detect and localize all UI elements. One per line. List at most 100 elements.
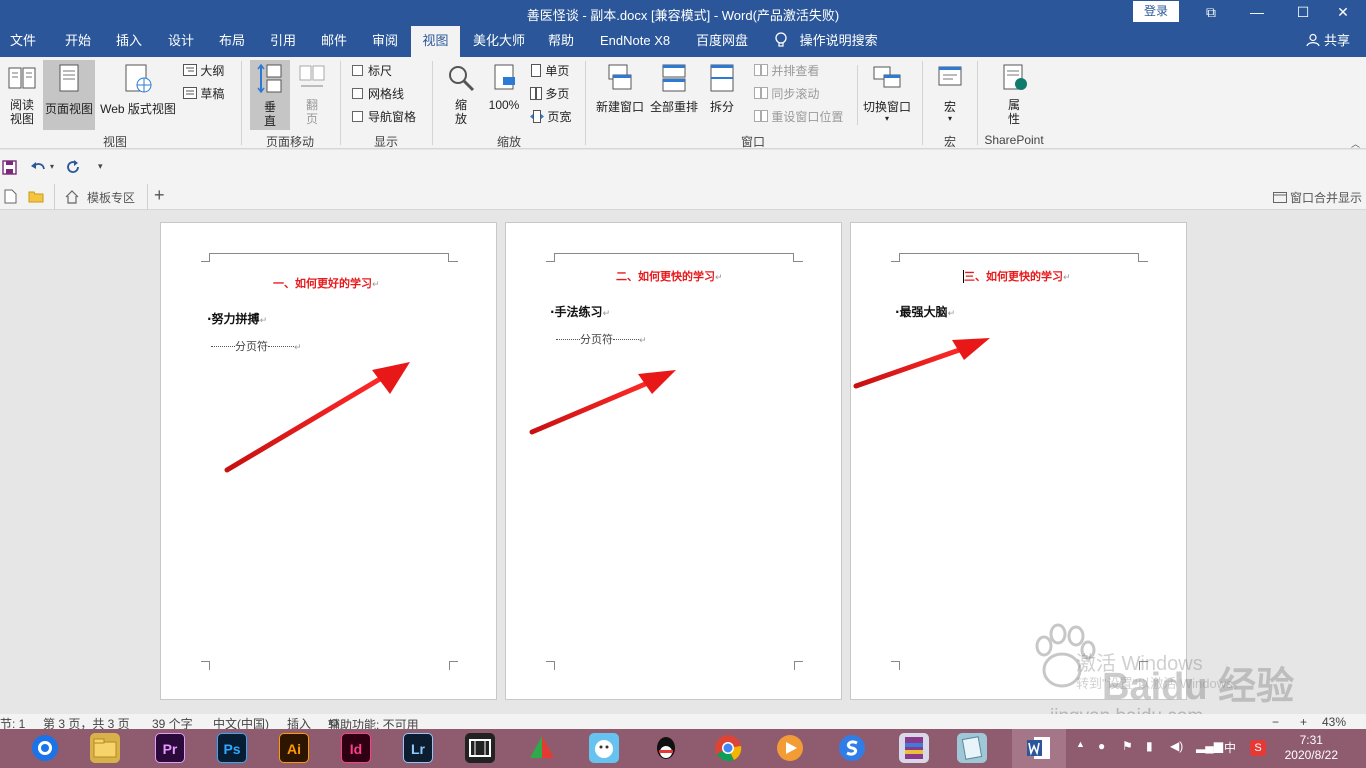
tab-insert[interactable]: 插入 [116,26,142,57]
separator [432,61,433,145]
add-tab-button[interactable]: + [154,185,165,206]
tab-baidu-netdisk[interactable]: 百度网盘 [696,26,748,57]
undo-dropdown-icon[interactable]: ▾ [50,162,54,171]
ime-indicator[interactable]: 中 [1224,739,1236,756]
new-window-label: 新建窗口 [595,100,644,114]
new-window-button[interactable]: 新建窗口 [594,63,646,115]
web-layout-button[interactable]: Web 版式视图 [98,63,178,117]
clock-time: 7:31 [1299,733,1323,747]
qq-icon[interactable] [651,733,681,763]
tab-file[interactable]: 文件 [10,26,36,57]
tab-help[interactable]: 帮助 [548,26,574,57]
zoom-button[interactable]: 缩 放 [444,63,478,126]
system-clock[interactable]: 7:31 2020/8/22 [1285,733,1338,763]
gridlines-checkbox[interactable]: 网格线 [352,86,404,102]
network-tray-icon[interactable]: ▂▄▆ [1196,739,1223,753]
read-mode-button[interactable]: 阅读 视图 [4,63,40,126]
undo-icon[interactable] [30,160,46,175]
minimize-button[interactable]: — [1234,0,1280,26]
share-button[interactable]: 共享 [1306,26,1350,55]
draft-button[interactable]: 草稿 [183,84,224,104]
zoom-level[interactable]: 43% [1322,715,1346,729]
file-explorer-icon[interactable] [90,733,120,763]
lightroom-icon[interactable]: Lr [403,733,433,763]
chrome-icon[interactable] [713,733,743,763]
battery-tray-icon[interactable]: ▮ [1146,739,1153,753]
premiere-icon[interactable]: Pr [155,733,185,763]
tab-view[interactable]: 视图 [411,26,460,57]
book-icon [8,67,36,89]
new-document-icon[interactable] [4,189,17,204]
customize-qat-icon[interactable]: ▾ [98,161,103,172]
merge-windows-button[interactable]: 窗口合并显示 [1272,189,1362,206]
reset-position-button[interactable]: 重设窗口位置 [754,107,843,127]
flag-tray-icon[interactable]: ⚑ [1122,739,1133,753]
tell-me-search[interactable]: 操作说明搜索 [774,26,878,57]
new-window-icon [608,64,632,90]
save-icon[interactable] [2,160,17,175]
login-button[interactable]: 登录 [1133,1,1179,22]
browser-icon[interactable] [30,733,60,763]
page-icon [59,64,79,92]
player-icon[interactable] [775,733,805,763]
ruler-checkbox[interactable]: 标尺 [352,63,392,79]
app-icon[interactable] [527,733,557,763]
sogou-ime-icon[interactable]: S [1250,740,1266,756]
restore-ribbon-button[interactable]: ⧉ [1188,0,1234,26]
redo-icon[interactable] [66,160,81,175]
split-button[interactable]: 拆分 [704,63,740,115]
arrange-all-button[interactable]: 全部重排 [648,63,700,115]
page-width-button[interactable]: 页宽 [530,107,571,127]
page-100-icon [494,64,515,90]
tab-endnote[interactable]: EndNote X8 [600,26,670,57]
tab-design[interactable]: 设计 [168,26,194,57]
sogou-icon[interactable] [837,733,867,763]
side-by-side-button[interactable]: 并排查看 [754,61,819,81]
side-to-side-button[interactable]: 翻 页 [294,63,330,126]
macros-button[interactable]: 宏 ▾ [932,63,968,123]
tab-layout[interactable]: 布局 [219,26,245,57]
template-zone-tab[interactable]: 模板专区 [54,184,148,210]
outline-button[interactable]: 大纲 [183,61,224,81]
ribbon-tabs: 文件 开始 插入 设计 布局 引用 邮件 审阅 视图 美化大师 帮助 EndNo… [0,26,1366,57]
tab-references[interactable]: 引用 [270,26,296,57]
tab-home[interactable]: 开始 [65,26,91,57]
annotation-arrows [224,338,990,473]
indesign-icon[interactable]: Id [341,733,371,763]
tab-review[interactable]: 审阅 [372,26,398,57]
separator [585,61,586,145]
properties-button[interactable]: 属 性 [994,63,1034,126]
winrar-icon[interactable] [899,733,929,763]
nav-pane-checkbox[interactable]: 导航窗格 [352,109,416,125]
notepad-icon[interactable] [957,733,987,763]
sync-scroll-button[interactable]: 同步滚动 [754,84,819,104]
lightbulb-icon [775,32,787,47]
multiple-pages-button[interactable]: 多页 [530,84,569,104]
word-taskbar-button[interactable] [1012,729,1066,768]
one-page-button[interactable]: 单页 [530,61,569,81]
tray-expand-icon[interactable]: ▲ [1076,739,1085,749]
clock-date: 2020/8/22 [1284,748,1338,762]
close-button[interactable]: ✕ [1320,0,1366,26]
volume-tray-icon[interactable]: ◀) [1170,739,1183,753]
reset-position-icon [754,110,768,122]
zoom-in-button[interactable]: + [1300,715,1307,729]
merge-windows-icon [1272,192,1287,203]
switch-windows-button[interactable]: 切换窗口 ▾ [862,63,912,123]
notes-app-icon[interactable] [589,733,619,763]
photoshop-icon[interactable]: Ps [217,733,247,763]
gridlines-label: 网格线 [368,87,405,101]
video-editor-icon[interactable] [465,733,495,763]
illustrator-icon[interactable]: Ai [279,733,309,763]
collapse-ribbon-icon[interactable]: ︿ [1351,137,1360,150]
vertical-button[interactable]: 垂 直 [250,60,290,130]
zoom-100-button[interactable]: 100% [486,63,522,112]
document-area[interactable]: 一、如何更好的学习↵ ·努力拼搏↵ 分页符 ↵ 二、如何更快的学习↵ ·手法练习↵… [0,210,1366,727]
tab-beautify[interactable]: 美化大师 [473,26,525,57]
print-layout-button[interactable]: 页面视图 [43,60,95,130]
window-group-label: 窗口 [740,135,765,149]
zoom-out-button[interactable]: − [1272,715,1279,729]
qq-tray-icon[interactable]: ● [1098,739,1105,753]
tab-mailings[interactable]: 邮件 [321,26,347,57]
folder-icon[interactable] [28,190,44,203]
